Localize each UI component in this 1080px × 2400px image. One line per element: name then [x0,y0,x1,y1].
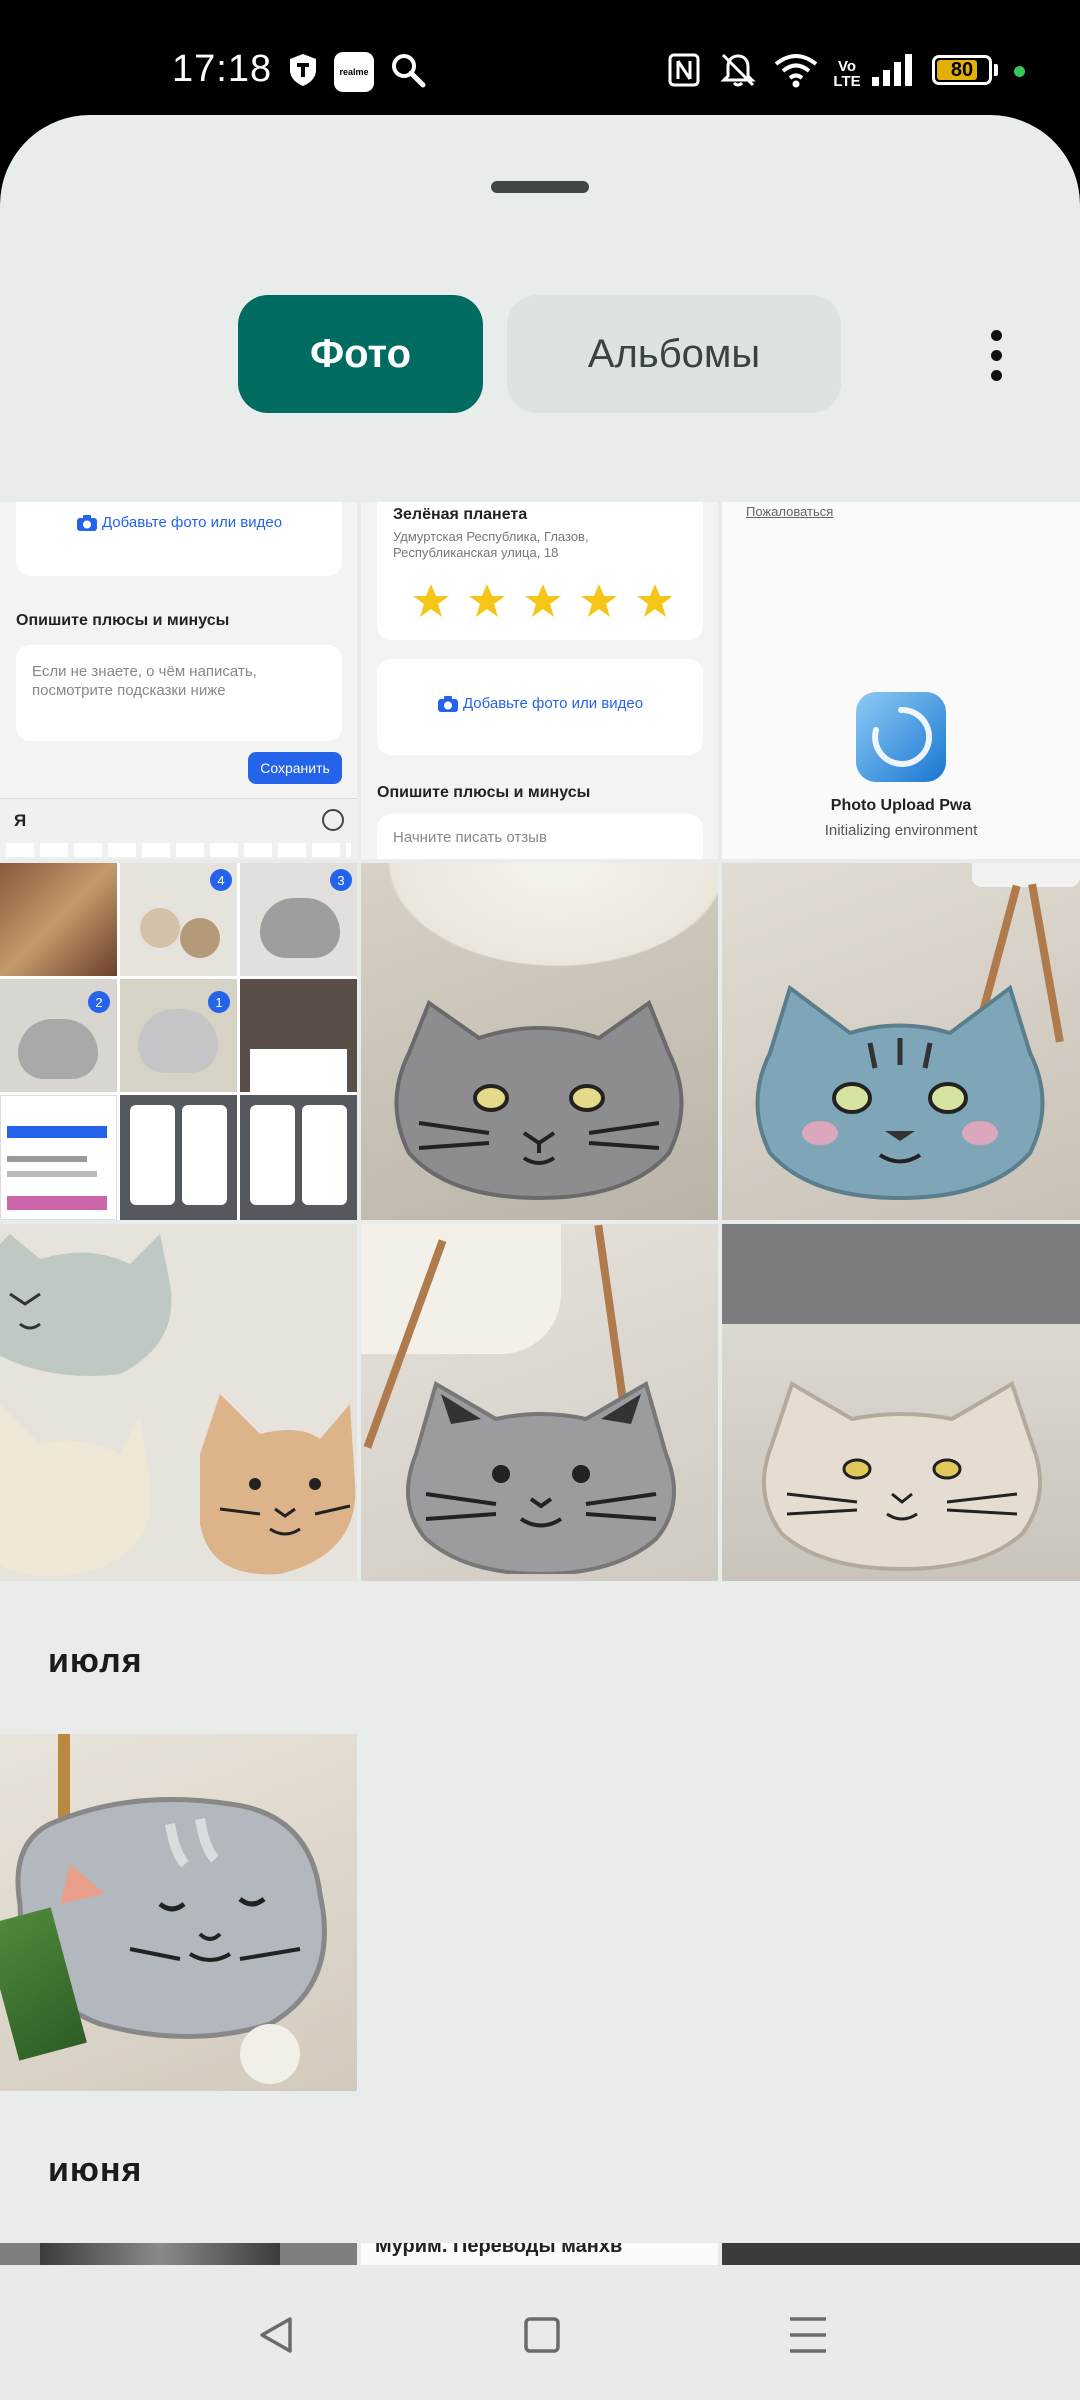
selection-badge: 3 [330,869,352,891]
drag-handle[interactable] [491,181,589,193]
photo-tile-partial[interactable]: Мурим. Переводы манхв [361,2243,718,2265]
photo-tile-screenshot-app-loading[interactable]: Пожаловаться Photo Upload Pwa Initializi… [722,502,1080,859]
recents-button[interactable] [768,2295,848,2375]
mute-icon [718,50,758,90]
home-button[interactable] [502,2295,582,2375]
photo-tile-screenshot-review-form[interactable]: Добавьте фото или видео Опишите плюсы и … [0,502,357,859]
rating-stars [413,584,671,617]
battery-level: 80 [950,58,974,81]
cat-rug-image [406,1380,676,1574]
camera-icon [76,515,97,532]
photo-tile-cat-rug[interactable] [361,1224,718,1581]
photo-picker-sheet: Фото Альбомы Добавьте фото или видео Опи… [0,115,1080,2265]
signal-icon [868,50,918,90]
photo-tile-cat-rug[interactable] [722,863,1080,1220]
photo-tile-cat-rugs-set[interactable] [0,1224,357,1581]
more-options-button[interactable] [978,315,1014,395]
privacy-indicator-dot [1014,66,1025,77]
battery-icon: 80 [930,50,1000,90]
tab-albums[interactable]: Альбомы [507,295,841,413]
nfc-icon [666,50,702,90]
section-header-july: июля [48,1642,143,1680]
more-dot-icon [990,369,1002,381]
cat-rug-image [755,984,1045,1201]
selection-badge: 2 [88,991,110,1013]
selection-badge: 1 [208,991,230,1013]
search-icon [388,50,428,90]
wifi-icon [772,50,820,90]
tab-photos[interactable]: Фото [238,295,483,413]
navigation-bar [0,2265,1080,2400]
shield-icon [286,50,320,90]
selection-badge: 4 [210,869,232,891]
camera-icon [437,696,458,713]
status-bar: 17:18 realme Vo LTE 80 [0,0,1080,115]
app-icon [856,692,946,782]
photo-tile-screenshot-place-review[interactable]: Зелёная планета Удмуртская Республика, Г… [361,502,718,859]
section-header-june: июня [48,2151,143,2189]
status-time: 17:18 [172,48,273,90]
recents-icon [790,2317,826,2353]
back-button[interactable] [236,2295,316,2375]
photo-tile-cat-rug[interactable] [0,1734,357,2091]
photo-tile-cat-rug[interactable] [722,1224,1080,1581]
cat-rug-image [762,1381,1042,1572]
back-icon [260,2317,292,2353]
photo-tile-cat-rug[interactable] [361,863,718,1220]
photo-tile-partial[interactable] [722,2243,1080,2265]
cat-rugs-image [0,1234,356,1576]
photo-tile-partial[interactable] [0,2243,357,2265]
photo-tile-collage[interactable]: 4 3 2 1 [0,863,357,1220]
more-dot-icon [990,329,1002,341]
cat-rug-image [394,999,684,1201]
realme-app-icon: realme [334,52,374,92]
volte-icon: Vo LTE [833,58,861,90]
more-dot-icon [990,349,1002,361]
home-icon [524,2317,560,2353]
